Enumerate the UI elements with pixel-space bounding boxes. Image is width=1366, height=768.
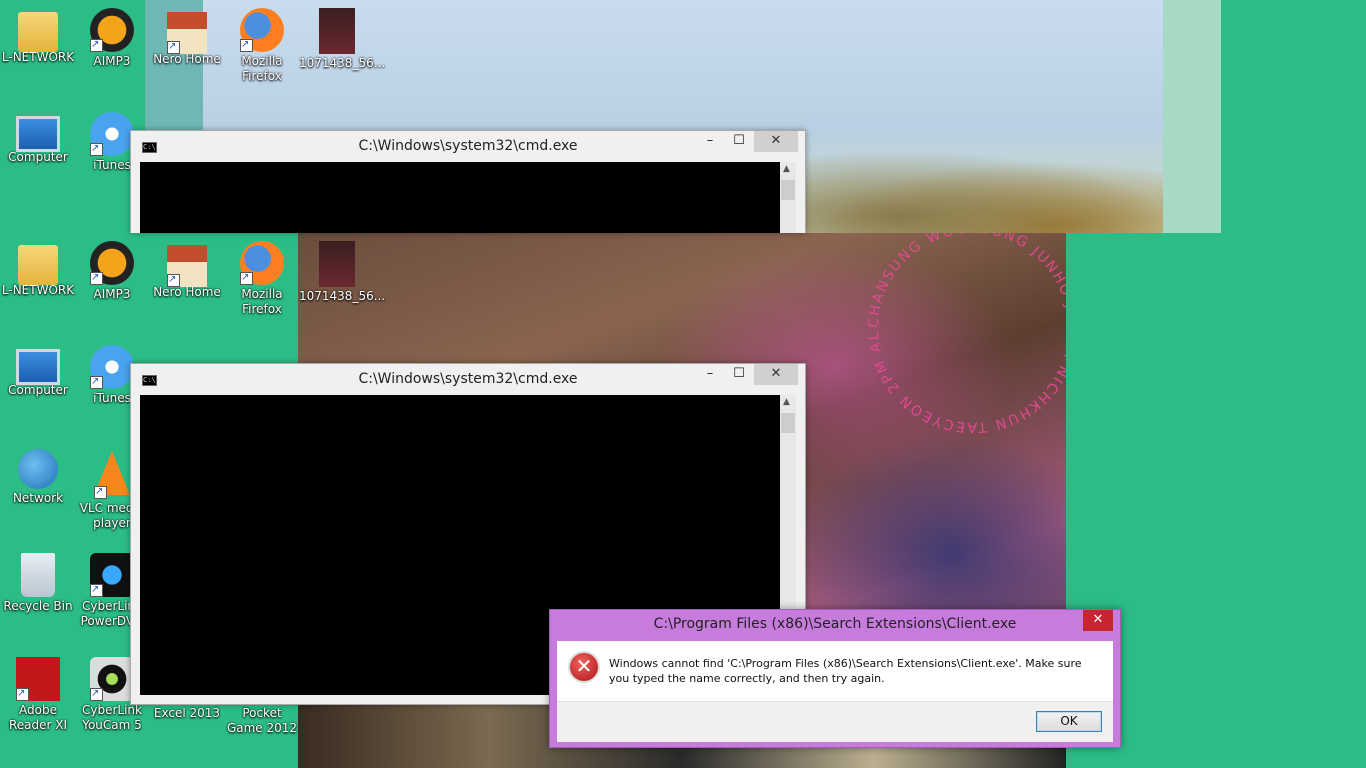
scroll-thumb[interactable] (781, 180, 795, 200)
desktop-icon-pocket-game[interactable]: Pocket Game 2012 (224, 706, 300, 736)
desktop-icon-label: Nero Home (153, 285, 221, 299)
minimize-button[interactable]: – (699, 131, 721, 152)
desktop-icon-computer[interactable]: Computer (0, 345, 76, 398)
error-message: Windows cannot find 'C:\Program Files (x… (609, 657, 1082, 685)
cmd-titlebar[interactable]: C:\. C:\Windows\system32\cmd.exe – ☐ ✕ (131, 364, 805, 395)
desktop-icon-label: Excel 2013 (153, 706, 221, 720)
desktop-icon-adobe-reader[interactable]: Adobe Reader XI (0, 657, 76, 733)
desktop-icon-firefox[interactable]: Mozilla Firefox (224, 241, 300, 317)
nero-home-icon (167, 245, 207, 287)
shortcut-arrow-icon (240, 270, 253, 285)
desktop-icon-label: AIMP3 (93, 54, 131, 68)
ok-button[interactable]: OK (1036, 711, 1102, 732)
desktop-icon-recycle-bin[interactable]: Recycle Bin (0, 553, 76, 614)
computer-icon (16, 116, 60, 152)
error-dialog[interactable]: C:\Program Files (x86)\Search Extensions… (549, 609, 1121, 748)
desktop-icon-network[interactable]: Network (0, 449, 76, 506)
vlc-icon (94, 451, 130, 499)
desktop-icon-label: Network (12, 491, 64, 505)
minimize-button[interactable]: – (699, 364, 721, 385)
desktop-icon-label: Pocket Game 2012 (226, 706, 298, 735)
recycle-bin-icon (21, 553, 55, 597)
wallpaper-strip-right (1163, 0, 1221, 233)
cmd-console-area[interactable] (140, 162, 780, 233)
maximize-button[interactable]: ☐ (728, 364, 750, 385)
shortcut-arrow-icon (90, 374, 103, 389)
desktop-icon-label: Nero Home (153, 52, 221, 66)
nero-home-icon (167, 12, 207, 54)
shortcut-arrow-icon (167, 39, 180, 54)
desktop-icon-photo[interactable]: 1071438_56... (299, 241, 385, 304)
powerdvd-icon (90, 553, 134, 597)
cmd-scrollbar[interactable]: ▲ (780, 162, 796, 233)
desktop-icon-photo[interactable]: 1071438_56... (299, 8, 385, 71)
youcam-icon (90, 657, 134, 701)
desktop-icon-label: L-NETWORK (1, 283, 75, 297)
itunes-icon (90, 345, 134, 389)
desktop-icon-aimp3[interactable]: AIMP3 (74, 241, 150, 302)
scroll-thumb[interactable] (781, 413, 795, 433)
shortcut-arrow-icon (90, 582, 103, 597)
desktop-icon-label: iTunes (93, 391, 131, 405)
scroll-up-icon[interactable]: ▲ (783, 164, 790, 174)
wallpaper-trees (785, 150, 1165, 233)
close-button[interactable]: ✕ (754, 131, 798, 152)
itunes-icon (90, 112, 134, 156)
close-button[interactable]: ✕ (754, 364, 798, 385)
folder-user-icon (18, 12, 58, 52)
shortcut-arrow-icon (90, 37, 103, 52)
error-dialog-footer: OK (557, 701, 1113, 742)
aimp-icon (90, 241, 134, 285)
desktop-icon-label: L-NETWORK (1, 50, 75, 64)
desktop-icon-label: 1071438_56... (299, 289, 386, 303)
aimp-icon (90, 8, 134, 52)
photo-file-icon (319, 241, 355, 287)
desktop-icon-computer[interactable]: Computer (0, 112, 76, 165)
desktop-icon-label: Computer (8, 383, 68, 397)
desktop-icon-aimp3[interactable]: AIMP3 (74, 8, 150, 69)
error-dialog-title: C:\Program Files (x86)\Search Extensions… (653, 616, 1017, 632)
desktop-icon-label: AIMP3 (93, 287, 131, 301)
cmd-window-top[interactable]: C:\. C:\Windows\system32\cmd.exe – ☐ ✕ ▲ (130, 130, 806, 233)
adobe-reader-icon (16, 657, 60, 701)
desktop-icon-label: 1071438_56... (299, 56, 386, 70)
scroll-up-icon[interactable]: ▲ (783, 397, 790, 407)
firefox-icon (240, 8, 284, 52)
error-icon: ✕ (568, 651, 600, 683)
cmd-titlebar[interactable]: C:\. C:\Windows\system32\cmd.exe – ☐ ✕ (131, 131, 805, 162)
desktop-icon-l-network[interactable]: L-NETWORK (0, 241, 76, 298)
desktop-icon-label: Mozilla Firefox (241, 54, 283, 83)
desktop-icon-label: iTunes (93, 158, 131, 172)
computer-icon (16, 349, 60, 385)
desktop-icon-label: Mozilla Firefox (241, 287, 283, 316)
desktop-icon-nero-home[interactable]: Nero Home (149, 8, 225, 67)
shortcut-arrow-icon (90, 141, 103, 156)
desktop-icon-label: Recycle Bin (3, 599, 73, 613)
close-button[interactable]: ✕ (1083, 610, 1113, 631)
photo-file-icon (319, 8, 355, 54)
error-dialog-content: ✕ Windows cannot find 'C:\Program Files … (557, 641, 1113, 701)
desktop-icon-firefox[interactable]: Mozilla Firefox (224, 8, 300, 84)
shortcut-arrow-icon (94, 484, 107, 499)
firefox-icon (240, 241, 284, 285)
shortcut-arrow-icon (16, 686, 29, 701)
desktop-icon-excel[interactable]: Excel 2013 (149, 706, 225, 721)
desktop-icon-label: Adobe Reader XI (8, 703, 68, 732)
desktop-icon-label: CyberLink YouCam 5 (82, 703, 142, 732)
shortcut-arrow-icon (90, 686, 103, 701)
desktop-icon-label: Computer (8, 150, 68, 164)
shortcut-arrow-icon (90, 270, 103, 285)
network-icon (18, 449, 58, 489)
desktop-icon-nero-home[interactable]: Nero Home (149, 241, 225, 300)
desktop-icon-l-network[interactable]: L-NETWORK (0, 8, 76, 65)
shortcut-arrow-icon (167, 272, 180, 287)
folder-user-icon (18, 245, 58, 285)
maximize-button[interactable]: ☐ (728, 131, 750, 152)
shortcut-arrow-icon (240, 37, 253, 52)
